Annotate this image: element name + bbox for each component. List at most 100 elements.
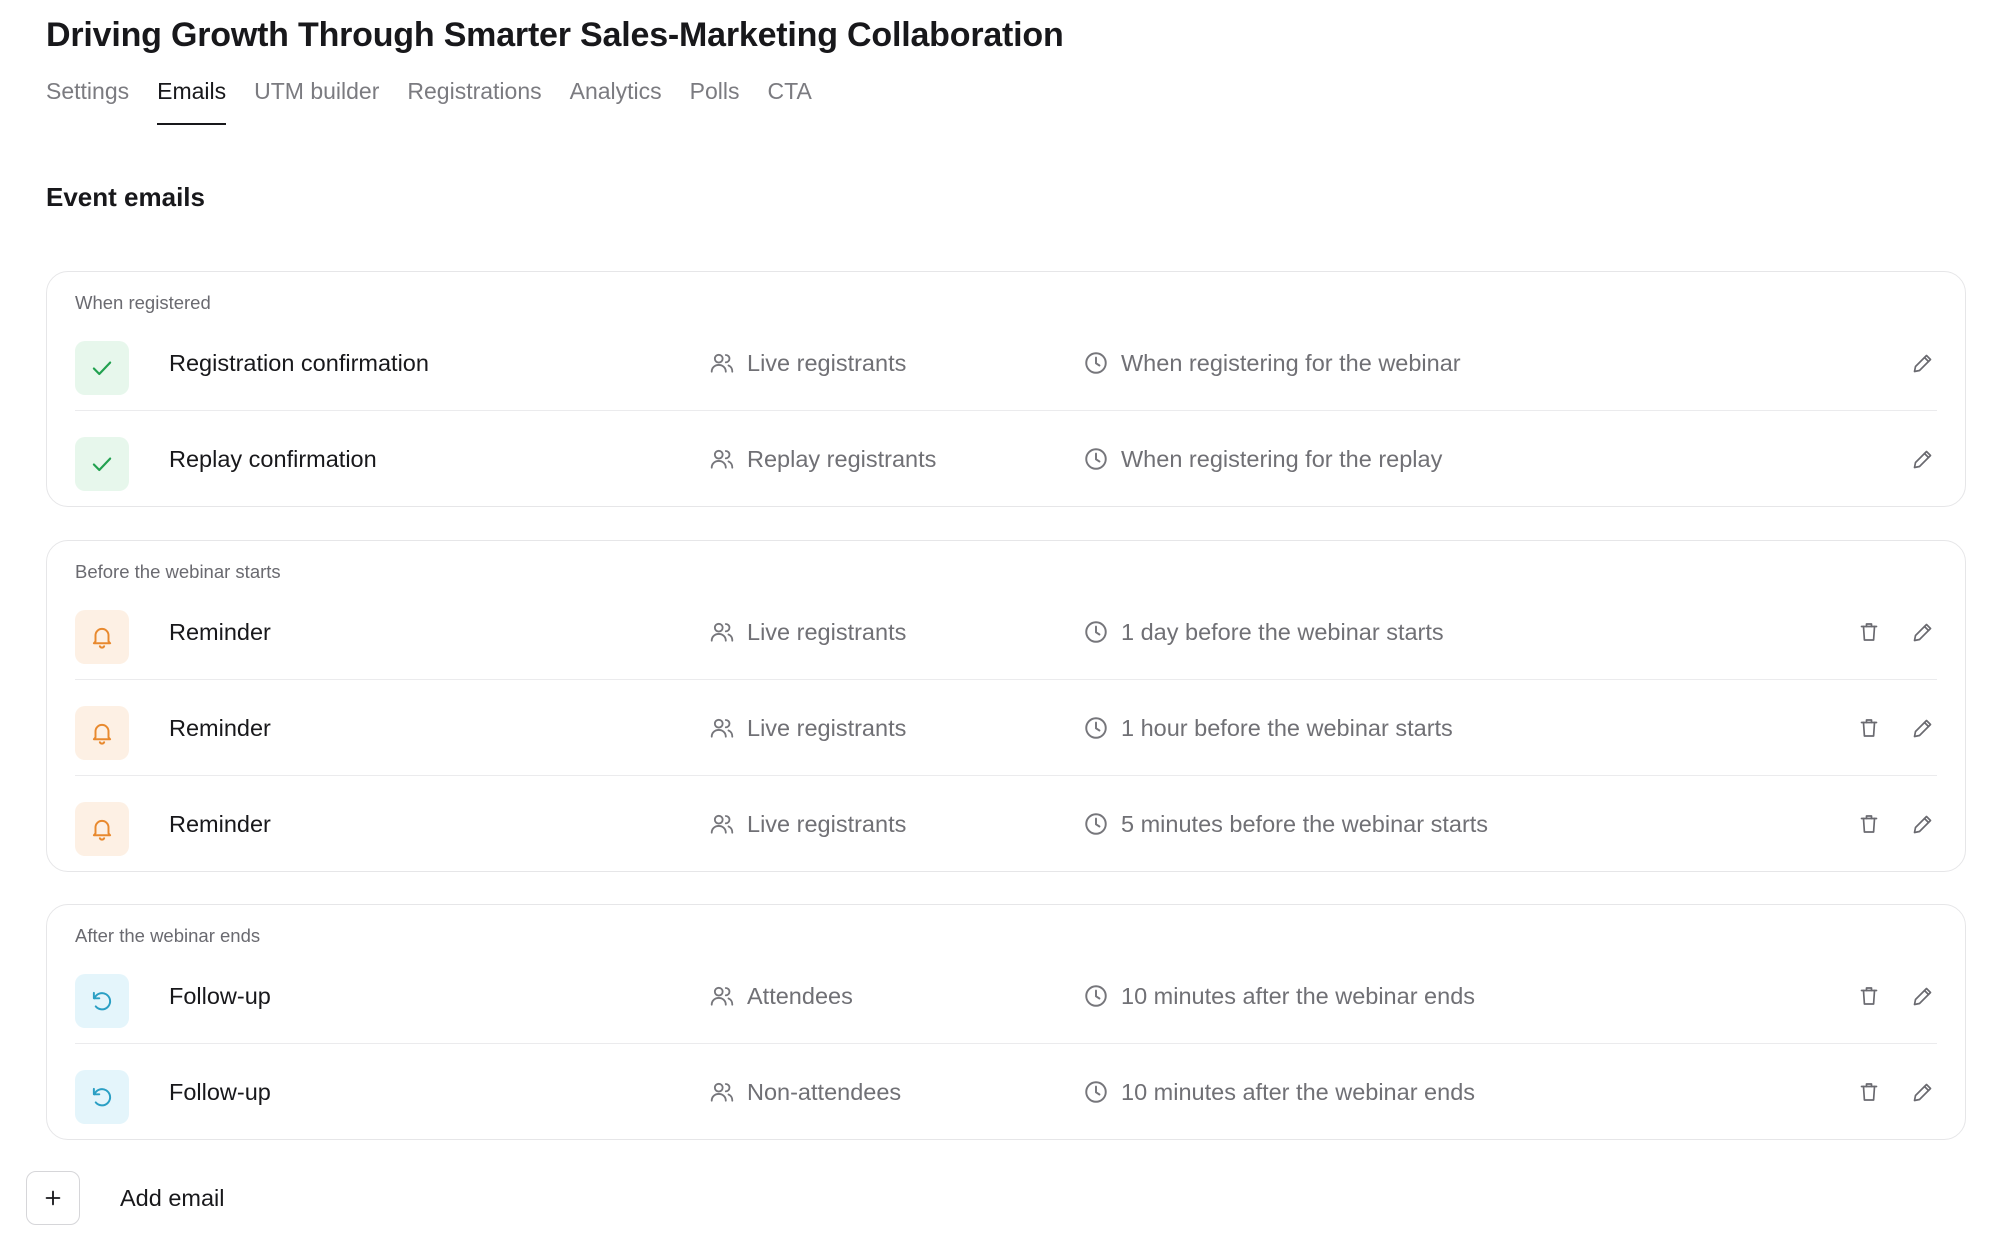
pencil-icon [1911, 716, 1935, 740]
email-row[interactable]: Replay confirmation Replay registrants W… [75, 411, 1937, 507]
clock-icon [1083, 446, 1109, 472]
pencil-icon [1911, 1080, 1935, 1104]
email-audience: Live registrants [709, 680, 906, 776]
clock-icon [1083, 1079, 1109, 1105]
trash-icon [1857, 1080, 1881, 1104]
undo-arrow-icon [75, 974, 129, 1028]
email-audience: Non-attendees [709, 1044, 901, 1140]
group-label: Before the webinar starts [75, 561, 281, 582]
users-icon [709, 983, 735, 1009]
email-group-after-the-webinar-ends: After the webinar ends Follow-up Attende… [46, 904, 1966, 1140]
audience-label: Non-attendees [747, 1078, 902, 1105]
email-audience: Attendees [709, 948, 853, 1044]
timing-label: 1 hour before the webinar starts [1121, 714, 1453, 741]
email-timing: 1 day before the webinar starts [1083, 584, 1444, 680]
email-timing: 10 minutes after the webinar ends [1083, 1044, 1475, 1140]
pencil-icon [1911, 620, 1935, 644]
email-group-before-the-webinar-starts: Before the webinar starts Reminder Live … [46, 540, 1966, 872]
trash-icon [1857, 620, 1881, 644]
email-row[interactable]: Reminder Live registrants 1 day before t… [75, 584, 1937, 680]
tab-utm-builder[interactable]: UTM builder [254, 78, 379, 125]
edit-email-button[interactable] [1909, 1078, 1937, 1106]
email-timing: 5 minutes before the webinar starts [1083, 776, 1488, 872]
delete-email-button[interactable] [1855, 982, 1883, 1010]
email-timing: 10 minutes after the webinar ends [1083, 948, 1475, 1044]
clock-icon [1083, 811, 1109, 837]
email-group-when-registered: When registered Registration confirmatio… [46, 271, 1966, 507]
email-row[interactable]: Registration confirmation Live registran… [75, 315, 1937, 411]
delete-email-button[interactable] [1855, 810, 1883, 838]
group-label: When registered [75, 292, 211, 313]
audience-label: Attendees [747, 982, 853, 1009]
email-name: Reminder [169, 715, 271, 741]
edit-email-button[interactable] [1909, 982, 1937, 1010]
bell-icon [75, 706, 129, 760]
email-audience: Live registrants [709, 776, 906, 872]
email-name: Registration confirmation [169, 350, 429, 376]
tab-analytics[interactable]: Analytics [570, 78, 662, 125]
tab-cta[interactable]: CTA [768, 78, 812, 125]
tab-bar: Settings Emails UTM builder Registration… [46, 78, 812, 125]
users-icon [709, 350, 735, 376]
email-name: Reminder [169, 811, 271, 837]
users-icon [709, 1079, 735, 1105]
timing-label: When registering for the webinar [1121, 349, 1461, 376]
email-name: Replay confirmation [169, 446, 377, 472]
email-audience: Live registrants [709, 584, 906, 680]
email-row[interactable]: Follow-up Non-attendees 10 minutes after… [75, 1044, 1937, 1140]
page-title: Driving Growth Through Smarter Sales-Mar… [46, 16, 1064, 54]
pencil-icon [1911, 351, 1935, 375]
timing-label: 10 minutes after the webinar ends [1121, 982, 1476, 1009]
email-timing: When registering for the webinar [1083, 315, 1461, 411]
timing-label: 1 day before the webinar starts [1121, 618, 1444, 645]
clock-icon [1083, 619, 1109, 645]
delete-email-button[interactable] [1855, 1078, 1883, 1106]
trash-icon [1857, 812, 1881, 836]
edit-email-button[interactable] [1909, 445, 1937, 473]
edit-email-button[interactable] [1909, 810, 1937, 838]
group-label: After the webinar ends [75, 925, 261, 946]
edit-email-button[interactable] [1909, 349, 1937, 377]
timing-label: 5 minutes before the webinar starts [1121, 810, 1489, 837]
edit-email-button[interactable] [1909, 714, 1937, 742]
check-icon [75, 437, 129, 491]
section-title: Event emails [46, 182, 205, 212]
clock-icon [1083, 715, 1109, 741]
add-email-button[interactable]: Add email [26, 1171, 225, 1225]
email-name: Reminder [169, 619, 271, 645]
users-icon [709, 619, 735, 645]
bell-icon [75, 802, 129, 856]
audience-label: Live registrants [747, 618, 907, 645]
trash-icon [1857, 716, 1881, 740]
users-icon [709, 811, 735, 837]
email-name: Follow-up [169, 983, 271, 1009]
delete-email-button[interactable] [1855, 618, 1883, 646]
users-icon [709, 446, 735, 472]
tab-polls[interactable]: Polls [690, 78, 740, 125]
bell-icon [75, 610, 129, 664]
pencil-icon [1911, 984, 1935, 1008]
email-audience: Live registrants [709, 315, 906, 411]
email-timing: When registering for the replay [1083, 411, 1442, 507]
tab-emails[interactable]: Emails [157, 78, 227, 125]
clock-icon [1083, 350, 1109, 376]
audience-label: Replay registrants [747, 445, 937, 472]
pencil-icon [1911, 447, 1935, 471]
email-name: Follow-up [169, 1079, 271, 1105]
delete-email-button[interactable] [1855, 714, 1883, 742]
add-email-label: Add email [120, 1184, 225, 1211]
tab-settings[interactable]: Settings [46, 78, 129, 125]
clock-icon [1083, 983, 1109, 1009]
trash-icon [1857, 984, 1881, 1008]
email-row[interactable]: Follow-up Attendees 10 minutes after the… [75, 948, 1937, 1044]
email-audience: Replay registrants [709, 411, 936, 507]
audience-label: Live registrants [747, 349, 907, 376]
email-row[interactable]: Reminder Live registrants 5 minutes befo… [75, 776, 1937, 872]
edit-email-button[interactable] [1909, 618, 1937, 646]
plus-icon [26, 1171, 80, 1225]
timing-label: 10 minutes after the webinar ends [1121, 1078, 1476, 1105]
email-timing: 1 hour before the webinar starts [1083, 680, 1453, 776]
email-row[interactable]: Reminder Live registrants 1 hour before … [75, 680, 1937, 776]
check-icon [75, 341, 129, 395]
tab-registrations[interactable]: Registrations [407, 78, 541, 125]
